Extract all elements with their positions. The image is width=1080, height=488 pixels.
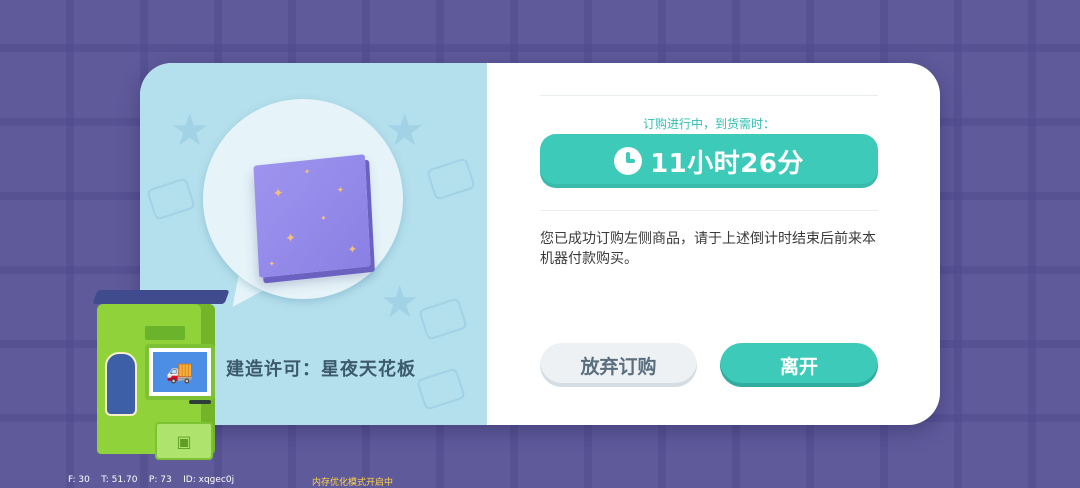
order-message: 您已成功订购左侧商品，请于上述倒计时结束后前来本机器付款购买。 [540,231,876,267]
cancel-order-button[interactable]: 放弃订购 [540,343,697,387]
leave-button[interactable]: 离开 [720,343,878,387]
machine-emblem [105,352,137,416]
machine-screen: 🚚 [145,344,215,400]
star-decoration-icon: ★ [385,105,425,156]
card-slot [189,400,211,404]
arrival-timer: 11小时26分 [540,134,878,188]
starry-ceiling-tile-image: ✦ ✦ ✦ ✦ ✦ ✦ ✦ [253,154,371,278]
box-decoration-icon [418,297,468,341]
timer-value: 11小时26分 [650,148,804,179]
box-icon: ▣ [155,422,213,460]
truck-icon: 🚚 [153,352,207,392]
build-permit-label: 建造许可：星夜天花板 [226,359,416,380]
vending-machine-image: 🚚 ▣ [92,290,230,460]
machine-roof [92,290,230,304]
fps-readout: F: 30 [68,475,90,485]
box-decoration-icon [146,177,196,221]
machine-body: 🚚 ▣ [97,304,215,460]
id-readout: ID: xqgec0j [183,475,235,485]
box-decoration-icon [426,157,476,201]
clock-icon [614,147,643,175]
star-decoration-icon: ★ [170,105,210,156]
order-status-label: 订购进行中，到货需时： [642,117,775,131]
divider [540,210,878,211]
order-info-pane: 订购进行中，到货需时： 11小时26分 您已成功订购左侧商品，请于上述倒计时结束… [487,63,940,425]
divider [540,95,878,96]
box-decoration-icon [416,367,466,411]
debug-stats: F: 30 T: 51.70 P: 73 ID: xqgec0j [68,475,234,485]
p-readout: P: 73 [148,475,172,485]
time-readout: T: 51.70 [101,475,138,485]
machine-logo [145,326,185,340]
memory-mode-indicator: 内存优化模式开启中 [312,478,394,488]
order-dialog: ★ ★ ★ ✦ ✦ ✦ ✦ ✦ ✦ ✦ 建造许可：星夜天花板 订购进行中，到货需… [140,63,940,425]
star-decoration-icon: ★ [380,277,420,328]
